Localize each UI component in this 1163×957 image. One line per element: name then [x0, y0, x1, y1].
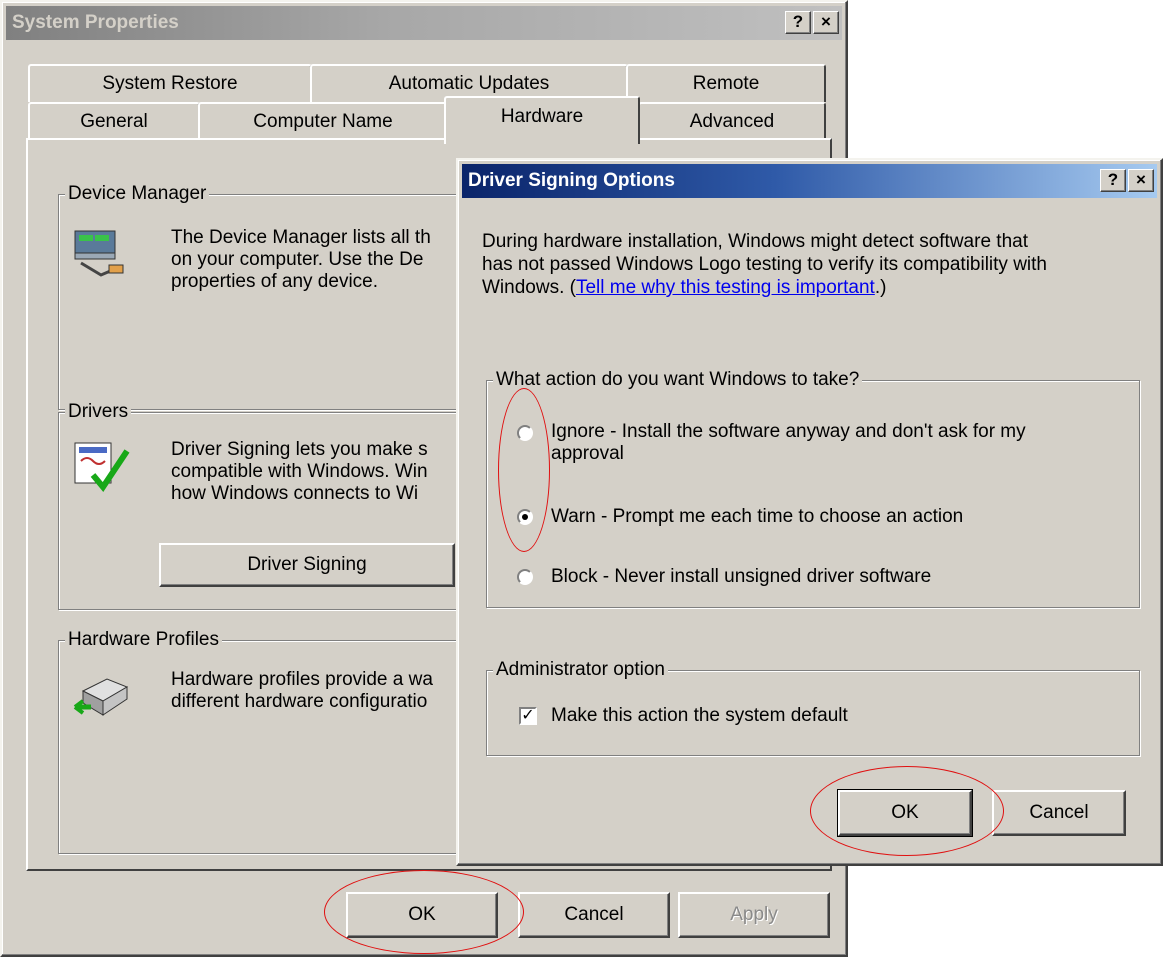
driver-signing-options-dialog: Driver Signing Options ? × During hardwa… — [456, 158, 1163, 866]
close-button[interactable]: × — [1128, 169, 1154, 192]
device-manager-desc-line: on your computer. Use the De — [171, 249, 424, 270]
description-line: During hardware installation, Windows mi… — [482, 231, 1028, 252]
device-manager-desc-line: The Device Manager lists all th — [171, 227, 431, 248]
tab-computer-name[interactable]: Computer Name — [198, 102, 448, 140]
warn-option-label[interactable]: Warn - Prompt me each time to choose an … — [551, 506, 963, 528]
tab-hardware[interactable]: Hardware — [444, 96, 640, 144]
tab-advanced[interactable]: Advanced — [638, 102, 826, 140]
driver-signing-titlebar[interactable]: Driver Signing Options ? × — [462, 164, 1157, 198]
driver-signing-description: During hardware installation, Windows mi… — [482, 230, 1152, 299]
administrator-option-legend: Administrator option — [493, 658, 668, 682]
driver-signing-icon — [74, 442, 130, 493]
action-group: What action do you want Windows to take?… — [486, 368, 1140, 608]
ignore-radio[interactable] — [517, 425, 533, 441]
drivers-legend: Drivers — [65, 400, 132, 424]
system-properties-titlebar[interactable]: System Properties ? × — [6, 6, 842, 40]
description-line: has not passed Windows Logo testing to v… — [482, 254, 1047, 275]
help-button[interactable]: ? — [1100, 169, 1126, 192]
administrator-option-group: Administrator option ✓ Make this action … — [486, 658, 1140, 756]
block-radio[interactable] — [517, 569, 533, 585]
device-manager-icon — [74, 230, 124, 277]
system-properties-title: System Properties — [12, 12, 179, 33]
action-group-legend: What action do you want Windows to take? — [493, 368, 863, 392]
cancel-button[interactable]: Cancel — [992, 790, 1126, 836]
cancel-button[interactable]: Cancel — [518, 892, 670, 938]
ok-button[interactable]: OK — [346, 892, 498, 938]
hardware-profiles-desc-line: Hardware profiles provide a wa — [171, 669, 433, 690]
hardware-profiles-desc-line: different hardware configuratio — [171, 691, 428, 712]
testing-importance-link[interactable]: Tell me why this testing is important — [576, 277, 875, 298]
apply-button[interactable]: Apply — [678, 892, 830, 938]
tab-system-restore[interactable]: System Restore — [28, 64, 312, 102]
drivers-desc-line: how Windows connects to Wi — [171, 483, 419, 504]
system-default-checkbox[interactable]: ✓ — [519, 707, 537, 725]
block-option-label[interactable]: Block - Never install unsigned driver so… — [551, 566, 931, 588]
ignore-option-label[interactable]: Ignore - Install the software anyway and… — [551, 421, 1026, 443]
tab-general[interactable]: General — [28, 102, 200, 140]
ok-button[interactable]: OK — [837, 789, 973, 837]
hardware-profiles-icon — [73, 678, 129, 716]
drivers-desc-line: Driver Signing lets you make s — [171, 439, 428, 460]
close-button[interactable]: × — [813, 11, 839, 34]
ignore-option-label[interactable]: approval — [551, 443, 1026, 465]
driver-signing-button[interactable]: Driver Signing — [159, 543, 455, 587]
drivers-desc-line: compatible with Windows. Win — [171, 461, 428, 482]
hardware-profiles-legend: Hardware Profiles — [65, 628, 222, 652]
tab-remote[interactable]: Remote — [626, 64, 826, 102]
description-line: Windows. (Tell me why this testing is im… — [482, 277, 887, 298]
help-button[interactable]: ? — [785, 11, 811, 34]
driver-signing-title: Driver Signing Options — [468, 170, 675, 191]
system-default-label[interactable]: Make this action the system default — [551, 705, 848, 727]
warn-radio[interactable] — [517, 509, 533, 525]
device-manager-legend: Device Manager — [65, 182, 210, 206]
device-manager-desc-line: properties of any device. — [171, 271, 379, 292]
